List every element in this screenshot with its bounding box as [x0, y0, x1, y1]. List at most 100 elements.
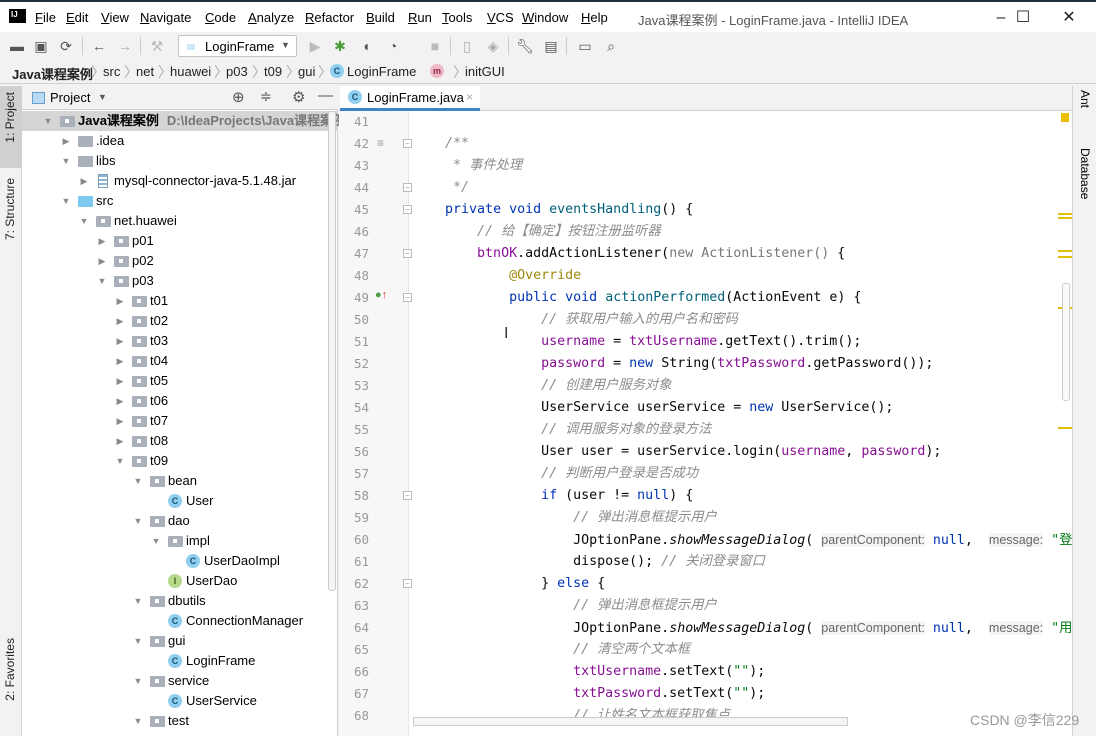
collapse-all-icon[interactable]: ≑ [260, 88, 272, 105]
tree-item[interactable]: ▶ t07 [22, 411, 338, 431]
project-view-select[interactable]: Project [50, 90, 90, 105]
chevron-right-icon[interactable]: ▶ [115, 431, 125, 451]
tree-item[interactable]: ▼ dao [22, 511, 338, 531]
chevron-down-icon[interactable]: ▼ [133, 591, 143, 611]
chevron-right-icon[interactable]: ▶ [97, 231, 107, 251]
menu-analyze[interactable]: Analyze [248, 10, 294, 25]
gear-icon[interactable]: ⚙ [292, 88, 305, 106]
chevron-right-icon[interactable]: ▶ [115, 331, 125, 351]
plugin-icon[interactable]: ◈ [484, 37, 502, 55]
menu-help[interactable]: Help [581, 10, 608, 25]
tree-item[interactable]: ▼ Java课程案例 D:\IdeaProjects\Java课程案例 [22, 111, 346, 131]
tree-item[interactable]: ▼ p03 [22, 271, 338, 291]
chevron-right-icon[interactable]: ▶ [61, 131, 71, 151]
menu-window[interactable]: Window [522, 10, 568, 25]
fold-marker-icon[interactable]: − [403, 183, 412, 192]
fold-marker-icon[interactable]: − [403, 249, 412, 258]
menu-navigate[interactable]: Navigate [140, 10, 191, 25]
structure-tool-tab[interactable]: 7: Structure [3, 178, 17, 240]
implements-method-icon[interactable]: ●↑ [375, 289, 387, 301]
fold-marker-icon[interactable]: − [403, 205, 412, 214]
chevron-down-icon[interactable]: ▼ [79, 211, 89, 231]
tree-item[interactable]: ▶ .idea [22, 131, 338, 151]
tree-item[interactable]: ▶ t05 [22, 371, 338, 391]
chevron-right-icon[interactable]: ▶ [115, 351, 125, 371]
chevron-down-icon[interactable]: ▼ [133, 471, 143, 491]
terminal-icon[interactable]: ▭ [576, 37, 594, 55]
profile-icon[interactable]: ◔ [384, 37, 402, 55]
chevron-down-icon[interactable]: ▼ [133, 631, 143, 651]
tree-item[interactable]: ▼ t09 [22, 451, 338, 471]
tree-item[interactable]: ▶ t06 [22, 391, 338, 411]
tree-item[interactable]: C ConnectionManager [22, 611, 338, 631]
tree-item[interactable]: C UserDaoImpl [22, 551, 338, 571]
coverage-icon[interactable]: ◖ [357, 37, 375, 55]
tree-item[interactable]: ▶ p02 [22, 251, 338, 271]
breadcrumb-item[interactable]: Java课程案例 [12, 64, 93, 83]
chevron-right-icon[interactable]: ▶ [115, 291, 125, 311]
doc-comment-icon[interactable]: ≡ [377, 136, 384, 150]
menu-refactor[interactable]: Refactor [305, 10, 354, 25]
close-button[interactable]: ✕ [1046, 6, 1092, 30]
debug-icon[interactable]: ✱ [331, 37, 349, 55]
menu-run[interactable]: Run [408, 10, 432, 25]
tree-item[interactable]: ▼ gui [22, 631, 338, 651]
tree-item[interactable]: ▼ service [22, 671, 338, 691]
hide-icon[interactable]: — [318, 87, 333, 104]
maximize-button[interactable]: ☐ [1000, 6, 1046, 30]
breadcrumb-item[interactable]: gui [298, 64, 315, 79]
chevron-right-icon[interactable]: ▶ [115, 391, 125, 411]
chevron-down-icon[interactable]: ▼ [133, 511, 143, 531]
close-tab-icon[interactable]: × [466, 90, 473, 104]
forward-icon[interactable]: → [116, 37, 134, 55]
menu-code[interactable]: Code [205, 10, 236, 25]
breadcrumb-item[interactable]: huawei [170, 64, 211, 79]
tree-item[interactable]: ▼ bean [22, 471, 338, 491]
chevron-right-icon[interactable]: ▶ [115, 371, 125, 391]
fold-marker-icon[interactable]: − [403, 491, 412, 500]
chevron-down-icon[interactable]: ▼ [61, 151, 71, 171]
chevron-down-icon[interactable]: ▼ [151, 531, 161, 551]
tree-item[interactable]: I UserDao [22, 571, 338, 591]
fold-marker-icon[interactable]: − [403, 579, 412, 588]
build-hammer-icon[interactable]: ⚒ [148, 37, 166, 55]
tree-item[interactable]: C User [22, 491, 338, 511]
tree-item[interactable]: ▼ dbutils [22, 591, 338, 611]
database-tool-tab[interactable]: Database [1078, 148, 1092, 199]
breadcrumb-item[interactable]: p03 [226, 64, 248, 79]
stop-icon[interactable]: ■ [426, 37, 444, 55]
tab-loginframe-java[interactable]: C LoginFrame.java × [340, 86, 480, 111]
editor-vertical-scrollbar[interactable] [1062, 283, 1070, 401]
tree-item[interactable]: ▶ t02 [22, 311, 338, 331]
tree-item[interactable]: C LoginFrame [22, 651, 338, 671]
chevron-right-icon[interactable]: ▶ [115, 311, 125, 331]
back-icon[interactable]: ← [90, 37, 108, 55]
chevron-down-icon[interactable]: ▼ [133, 671, 143, 691]
run-configuration-select[interactable]: LoginFrame ▼ [178, 35, 297, 57]
menu-build[interactable]: Build [366, 10, 395, 25]
tree-item[interactable]: ▶ p01 [22, 231, 338, 251]
chevron-down-icon[interactable]: ▼ [43, 111, 53, 131]
open-icon[interactable]: ▬ [8, 37, 26, 55]
project-tool-tab[interactable]: 1: Project [3, 92, 17, 143]
chevron-right-icon[interactable]: ▶ [79, 171, 89, 191]
menu-tools[interactable]: Tools [442, 10, 472, 25]
tree-item[interactable]: C UserService [22, 691, 338, 711]
breadcrumb-item[interactable]: t09 [264, 64, 282, 79]
chevron-right-icon[interactable]: ▶ [97, 251, 107, 271]
chevron-down-icon[interactable]: ▼ [61, 191, 71, 211]
chevron-down-icon[interactable]: ▼ [97, 271, 107, 291]
tree-item[interactable]: ▶ t01 [22, 291, 338, 311]
locate-icon[interactable]: ⊕ [232, 88, 245, 106]
run-icon[interactable]: ▶ [306, 37, 324, 55]
tree-item[interactable]: ▼ test [22, 711, 338, 731]
warning-indicator[interactable] [1061, 113, 1069, 122]
chevron-down-icon[interactable]: ▼ [115, 451, 125, 471]
sync-icon[interactable]: ⟳ [57, 37, 75, 55]
tree-scrollbar[interactable] [328, 111, 336, 591]
menu-file[interactable]: File [35, 10, 56, 25]
breadcrumb-item[interactable]: LoginFrame [347, 64, 416, 79]
chevron-down-icon[interactable]: ▼ [98, 92, 107, 102]
fold-marker-icon[interactable]: − [403, 139, 412, 148]
favorites-tool-tab[interactable]: 2: Favorites [3, 638, 17, 701]
